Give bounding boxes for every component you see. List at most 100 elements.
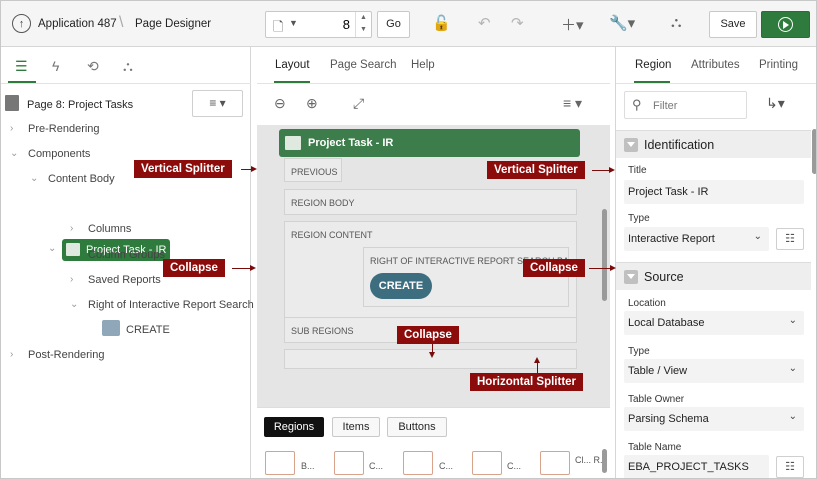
property-filter[interactable]: ⚲ Filter [624, 91, 747, 119]
dynamic-actions-icon[interactable]: ϟ [52, 58, 59, 74]
rendering-tab-icon[interactable]: ☰ [15, 58, 28, 75]
processing-icon[interactable]: ⟲ [87, 58, 99, 75]
breadcrumb-page-designer: Page Designer [135, 18, 212, 30]
tree-node-components[interactable]: ⌄ Components [10, 148, 90, 160]
chevron-right-icon[interactable]: › [10, 349, 13, 360]
classic-report-icon[interactable] [540, 451, 570, 475]
title-label: Title [628, 165, 647, 176]
page-designer-window: ↑ Application 487 \ Page Designer 🗋 ▼ ▲▼… [0, 0, 817, 479]
table-owner-select[interactable]: Parsing Schema ⌄ [624, 407, 804, 431]
gallery-tab-regions[interactable]: Regions [264, 417, 324, 437]
shared-tab-icon[interactable]: ⛬ [123, 58, 133, 75]
gallery-tab-buttons[interactable]: Buttons [387, 417, 447, 437]
tab-page-search[interactable]: Page Search [330, 59, 397, 71]
gallery-tabs: Regions Items Buttons [257, 407, 610, 439]
section-source[interactable]: Source [616, 262, 811, 290]
tree-node-columns[interactable]: › Columns [70, 223, 131, 235]
tab-region[interactable]: Region [635, 59, 671, 71]
go-button[interactable]: Go [377, 11, 410, 38]
callout-collapse-bottom: Collapse [397, 326, 459, 344]
chevron-down-icon[interactable]: ⌄ [48, 243, 56, 254]
title-field[interactable]: Project Task - IR [624, 180, 804, 204]
chevron-right-icon[interactable]: › [70, 223, 73, 234]
page-title: Page 8: Project Tasks [27, 99, 134, 111]
chevron-down-icon[interactable]: ⌄ [70, 299, 78, 310]
plus-icon[interactable]: ＋▾ [561, 14, 584, 35]
region-project-task-ir[interactable]: Project Task - IR [279, 129, 580, 157]
chevron-down-icon: ⌄ [788, 315, 797, 326]
run-button[interactable] [761, 11, 810, 38]
active-tab-indicator [634, 81, 670, 83]
go-to-group-icon[interactable]: ↳▾ [766, 95, 785, 112]
middle-pane-tabs: Layout Page Search Help [257, 47, 610, 84]
up-arrow-icon[interactable]: ↑ [12, 14, 31, 33]
wrench-icon[interactable]: 🔧▾ [609, 14, 635, 32]
page-selector: 🗋 ▼ ▲▼ [265, 11, 372, 38]
search-icon: ⚲ [632, 97, 642, 112]
right-pane-tabs: Region Attributes Printing [616, 47, 816, 84]
location-select[interactable]: Local Database ⌄ [624, 311, 804, 335]
tree-node-saved-reports[interactable]: › Saved Reports [70, 274, 161, 286]
tree-node-right-of-search[interactable]: ⌄ Right of Interactive Report Search [70, 299, 254, 311]
tab-printing[interactable]: Printing [759, 59, 798, 71]
slot-previous[interactable]: PREVIOUS [284, 158, 342, 182]
collapse-icon[interactable] [624, 270, 638, 284]
card-icon[interactable] [403, 451, 433, 475]
table-owner-label: Table Owner [628, 394, 685, 405]
create-button[interactable]: CREATE [370, 273, 432, 299]
breadcrumb-separator: \ [119, 14, 124, 31]
location-label: Location [628, 298, 666, 309]
redo-icon[interactable]: ↷ [511, 14, 524, 32]
calendar-icon[interactable] [334, 451, 364, 475]
tree-node-post-rendering[interactable]: › Post-Rendering [10, 349, 104, 361]
tree-node-content-body[interactable]: ⌄ Content Body [30, 173, 115, 185]
section-identification[interactable]: Identification [616, 130, 811, 158]
expand-icon[interactable]: ⤢ [353, 95, 364, 112]
callout-arrow [232, 265, 256, 271]
chart-icon[interactable] [472, 451, 502, 475]
run-icon [778, 17, 793, 32]
page-number-spinner[interactable]: ▲ ▼ [355, 12, 371, 37]
layout-scrollbar[interactable] [602, 209, 607, 301]
zoom-out-icon[interactable]: ⊖ [274, 95, 286, 112]
breadcrumb-application[interactable]: Application 487 [38, 18, 117, 30]
property-scrollbar[interactable] [812, 129, 816, 174]
shared-components-icon[interactable]: ⛬ [671, 14, 682, 31]
list-icon[interactable]: ☷ [776, 456, 804, 478]
tree-node-create[interactable]: CREATE [126, 324, 170, 336]
tree-node-column-groups[interactable]: Column Groups [88, 249, 165, 261]
undo-icon[interactable]: ↶ [478, 14, 491, 32]
tree-node-pre-rendering[interactable]: › Pre-Rendering [10, 123, 100, 135]
page-icon[interactable]: 🗋 [273, 18, 283, 40]
gallery-tab-items[interactable]: Items [332, 417, 380, 437]
callout-vertical-splitter-right: Vertical Splitter [487, 161, 585, 179]
gallery-scrollbar[interactable] [602, 449, 607, 473]
source-type-select[interactable]: Table / View ⌄ [624, 359, 804, 383]
callout-arrow [534, 357, 540, 373]
callout-collapse-right: Collapse [523, 259, 585, 277]
tree-menu-button[interactable]: ≡ ▾ [192, 90, 243, 117]
chevron-down-icon[interactable]: ⌄ [30, 173, 38, 184]
callout-arrow [429, 344, 435, 358]
table-name-field[interactable]: EBA_PROJECT_TASKS [624, 455, 769, 478]
collapse-icon[interactable] [624, 138, 638, 152]
page-number-input[interactable] [306, 12, 354, 37]
chevron-right-icon[interactable]: › [10, 123, 13, 134]
tab-layout[interactable]: Layout [275, 59, 310, 71]
zoom-in-icon[interactable]: ⊕ [306, 95, 318, 112]
left-pane-tabs: ☰ ϟ ⟲ ⛬ [1, 47, 251, 84]
chevron-right-icon[interactable]: › [70, 274, 73, 285]
callout-arrow [241, 166, 257, 172]
menu-icon[interactable]: ≡ ▾ [563, 95, 582, 112]
tab-attributes[interactable]: Attributes [691, 59, 740, 71]
callout-arrow [592, 167, 615, 173]
chevron-down-icon[interactable]: ⌄ [10, 148, 18, 159]
chevron-down-icon[interactable]: ▼ [289, 18, 298, 28]
list-icon[interactable]: ☷ [776, 228, 804, 250]
save-button[interactable]: Save [709, 11, 757, 38]
type-select[interactable]: Interactive Report ⌄ [624, 227, 769, 251]
tab-help[interactable]: Help [411, 59, 435, 71]
lock-page-icon[interactable]: 🔓 [432, 14, 451, 32]
region-type-icon[interactable] [265, 451, 295, 475]
slot-region-body[interactable]: REGION BODY [284, 189, 577, 215]
